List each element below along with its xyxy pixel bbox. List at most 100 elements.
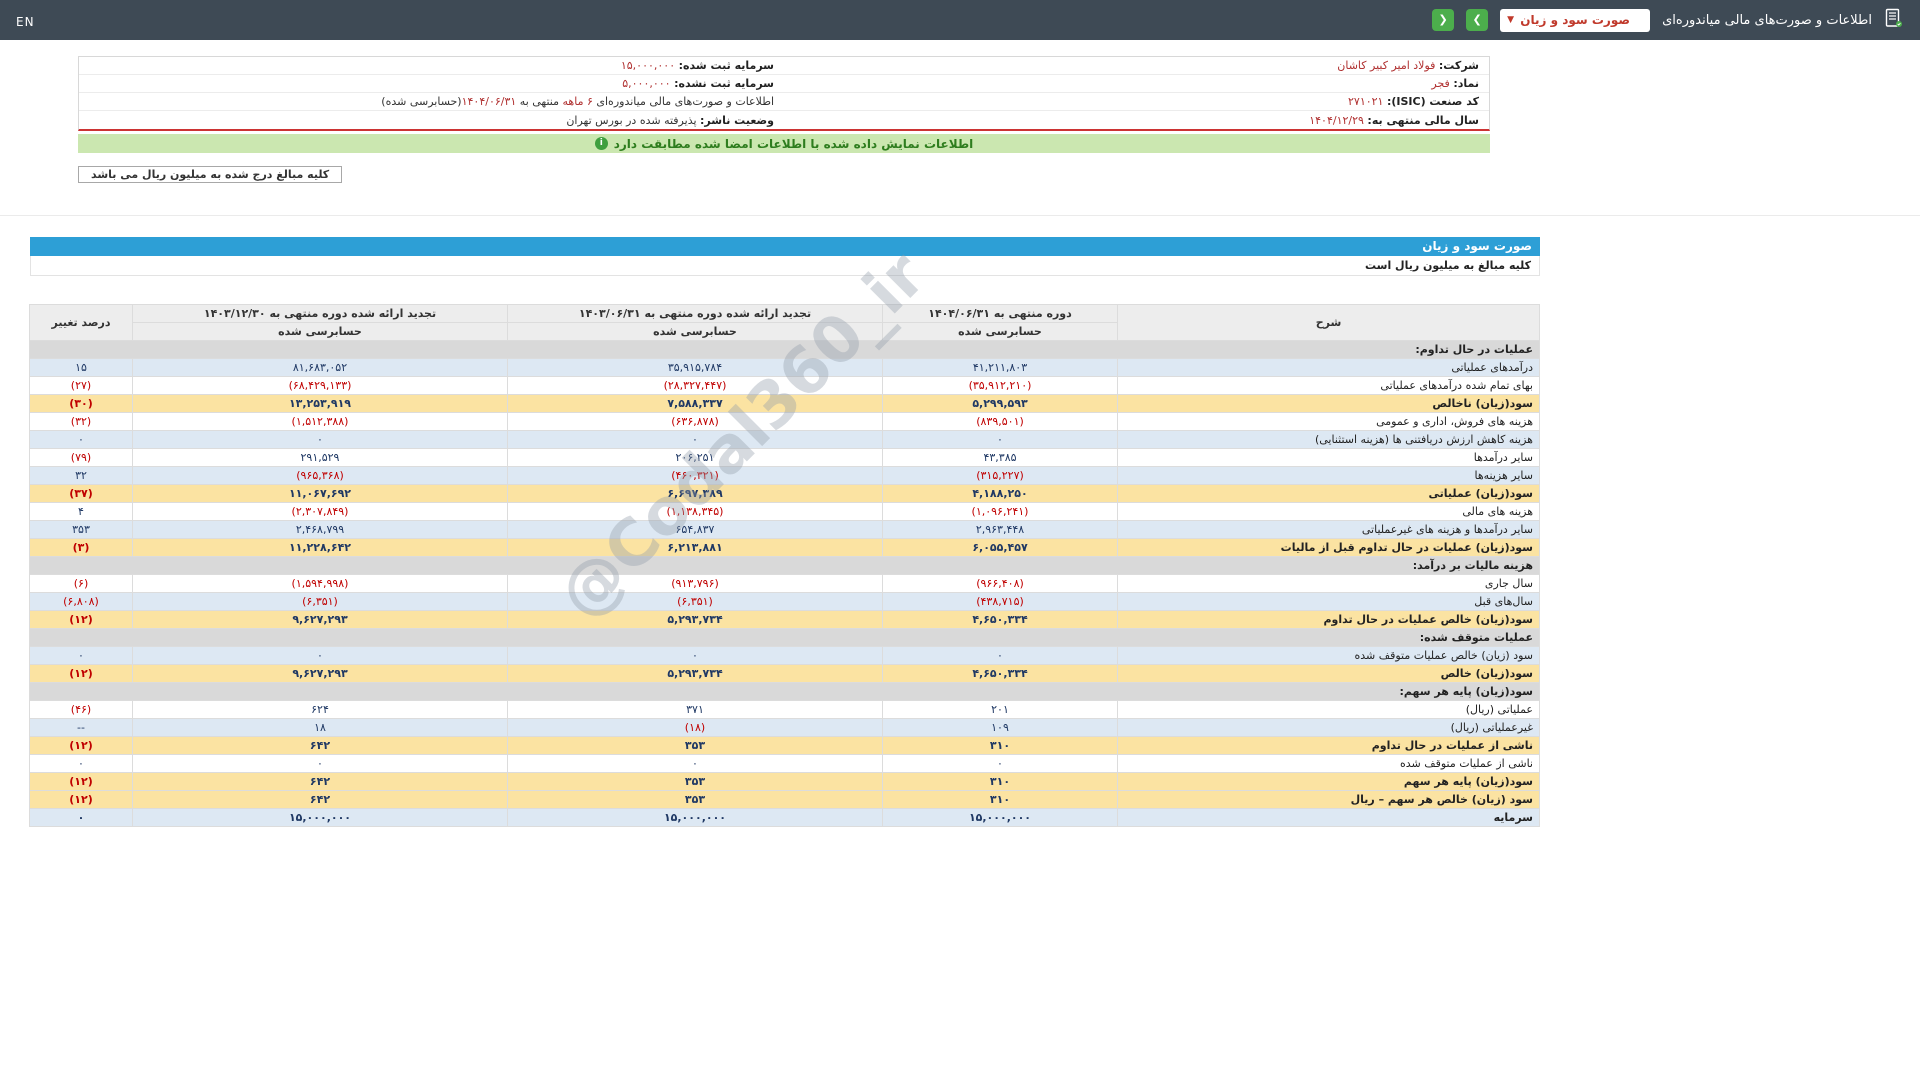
row-label: غیرعملیاتی (ریال) [1118, 719, 1540, 737]
period-value: (۱,۵۹۴,۹۹۸) [133, 575, 508, 593]
period-value: ۱۱,۲۲۸,۶۴۲ [133, 539, 508, 557]
audit-status-current: حسابرسی شده [883, 323, 1118, 341]
period-value: ۸۱,۶۸۳,۰۵۲ [133, 359, 508, 377]
row-label: بهای تمام شده درآمدهای عملیاتی [1118, 377, 1540, 395]
period-value: ۱۰۹ [883, 719, 1118, 737]
symbol-value: فجر [1431, 77, 1449, 90]
period-value: ۰ [133, 755, 508, 773]
period-value: ۲۰۶,۲۵۱ [508, 449, 883, 467]
period-value: (۱,۵۱۲,۳۸۸) [133, 413, 508, 431]
table-row: سود(زیان) پایه هر سهم۳۱۰۳۵۳۶۴۲(۱۲) [30, 773, 1540, 791]
change-value: (۷۹) [30, 449, 133, 467]
section-row: عملیات متوقف شده: [30, 629, 1540, 647]
change-value: (۴۶) [30, 701, 133, 719]
period-value: ۶,۶۹۷,۳۸۹ [508, 485, 883, 503]
period-value: (۶۸,۴۲۹,۱۳۳) [133, 377, 508, 395]
period-value: ۵,۲۹۳,۷۳۴ [508, 665, 883, 683]
signature-match-banner: اطلاعات نمایش داده شده با اطلاعات امضا ش… [78, 134, 1490, 153]
change-value: ۰ [30, 755, 133, 773]
period-value: ۲۰۱ [883, 701, 1118, 719]
period-value: ۷,۵۸۸,۳۳۷ [508, 395, 883, 413]
row-label: ناشی از عملیات متوقف شده [1118, 755, 1540, 773]
period-value: ۰ [883, 647, 1118, 665]
language-toggle[interactable]: EN [16, 15, 35, 29]
change-value: ۰ [30, 647, 133, 665]
statement-title: صورت سود و زیان [1422, 239, 1532, 253]
row-label: هزینه کاهش ارزش دریافتنی ها (هزینه استثن… [1118, 431, 1540, 449]
change-value: ۱۵ [30, 359, 133, 377]
unregistered-capital-label: سرمایه ثبت نشده: [674, 77, 774, 90]
row-label: سود(زیان) پایه هر سهم [1118, 773, 1540, 791]
change-value: (۳۷) [30, 485, 133, 503]
company-name-label: شرکت: [1439, 59, 1479, 72]
period-value: ۰ [883, 755, 1118, 773]
issuer-status-value: پذیرفته شده در بورس تهران [566, 114, 696, 127]
table-row: سود(زیان) عملیاتی۴,۱۸۸,۲۵۰۶,۶۹۷,۳۸۹۱۱,۰۶… [30, 485, 1540, 503]
period-value: ۱۵,۰۰۰,۰۰۰ [133, 809, 508, 827]
audit-status-annual: حسابرسی شده [133, 323, 508, 341]
period-value: (۹۶۶,۴۰۸) [883, 575, 1118, 593]
period-value: ۱۵,۰۰۰,۰۰۰ [508, 809, 883, 827]
isic-cell: کد صنعت (ISIC): ۲۷۱۰۲۱ [784, 94, 1489, 109]
change-value: (۱۲) [30, 773, 133, 791]
change-value: ۰ [30, 431, 133, 449]
table-header-row-periods: شرح دوره منتهی به ۱۴۰۴/۰۶/۳۱ تجدید ارائه… [30, 305, 1540, 323]
change-value: (۶) [30, 575, 133, 593]
change-value: ۳۲ [30, 467, 133, 485]
row-label: هزینه های مالی [1118, 503, 1540, 521]
row-label: سود (زیان) خالص هر سهم – ریال [1118, 791, 1540, 809]
period-value: (۳۱۵,۲۲۷) [883, 467, 1118, 485]
table-row: سود(زیان) خالص عملیات در حال تداوم۴,۶۵۰,… [30, 611, 1540, 629]
period-value: ۳۷۱ [508, 701, 883, 719]
signature-match-text: اطلاعات نمایش داده شده با اطلاعات امضا ش… [614, 137, 974, 151]
period-value: ۱۵,۰۰۰,۰۰۰ [883, 809, 1118, 827]
period-length-value: ۶ ماهه [563, 95, 593, 108]
report-period-cell: اطلاعات و صورت‌های مالی میاندوره‌ای ۶ ما… [79, 94, 784, 109]
period-value: (۹۶۵,۳۶۸) [133, 467, 508, 485]
period-value: (۱,۱۳۸,۳۴۵) [508, 503, 883, 521]
row-label: سایر درآمدها و هزینه های غیرعملیاتی [1118, 521, 1540, 539]
period-end-date: ۱۴۰۴/۰۶/۳۱ [462, 95, 517, 108]
table-row: هزینه کاهش ارزش دریافتنی ها (هزینه استثن… [30, 431, 1540, 449]
fiscal-year-cell: سال مالی منتهی به: ۱۴۰۴/۱۲/۲۹ [784, 113, 1489, 128]
table-row: سود (زیان) خالص عملیات متوقف شده۰۰۰۰ [30, 647, 1540, 665]
period-value: ۳۵,۹۱۵,۷۸۴ [508, 359, 883, 377]
table-row: سود(زیان) خالص۴,۶۵۰,۳۳۴۵,۲۹۳,۷۳۴۹,۶۲۷,۲۹… [30, 665, 1540, 683]
period-value: ۴,۶۵۰,۳۳۴ [883, 665, 1118, 683]
period-value: (۴۶۰,۳۲۱) [508, 467, 883, 485]
table-row: سایر درآمدها و هزینه های غیرعملیاتی۲,۹۶۳… [30, 521, 1540, 539]
row-label: سود(زیان) عملیاتی [1118, 485, 1540, 503]
change-value: (۱۲) [30, 611, 133, 629]
row-label: سرمایه [1118, 809, 1540, 827]
row-label: سال‌های قبل [1118, 593, 1540, 611]
income-table-body: عملیات در حال تداوم:درآمدهای عملیاتی۴۱,۲… [30, 341, 1540, 827]
statement-title-bar: صورت سود و زیان [30, 237, 1540, 256]
period-value: (۹۱۳,۷۹۶) [508, 575, 883, 593]
prev-report-button[interactable]: ❮ [1432, 9, 1454, 31]
fiscal-year-label: سال مالی منتهی به: [1367, 114, 1479, 127]
table-row: سود(زیان) ناخالص۵,۲۹۹,۵۹۳۷,۵۸۸,۳۳۷۱۳,۲۵۳… [30, 395, 1540, 413]
report-type-dropdown[interactable]: صورت سود و زیان ▼ [1500, 9, 1650, 32]
income-statement-table: شرح دوره منتهی به ۱۴۰۴/۰۶/۳۱ تجدید ارائه… [29, 304, 1540, 827]
next-report-button[interactable]: ❯ [1466, 9, 1488, 31]
info-row-2: نماد: فجر سرمایه ثبت نشده: ۵,۰۰۰,۰۰۰ [79, 75, 1489, 93]
period-value: (۶,۳۵۱) [133, 593, 508, 611]
statement-unit-note: کلیه مبالغ به میلیون ریال است [30, 256, 1540, 276]
row-label: درآمدهای عملیاتی [1118, 359, 1540, 377]
info-icon: i [595, 137, 608, 150]
change-value: (۳۰) [30, 395, 133, 413]
change-value: (۱۲) [30, 737, 133, 755]
row-label: ناشی از عملیات در حال تداوم [1118, 737, 1540, 755]
table-row: سایر هزینه‌ها(۳۱۵,۲۲۷)(۴۶۰,۳۲۱)(۹۶۵,۳۶۸)… [30, 467, 1540, 485]
row-label: سود (زیان) خالص عملیات متوقف شده [1118, 647, 1540, 665]
column-header-description: شرح [1118, 305, 1540, 341]
isic-value: ۲۷۱۰۲۱ [1348, 95, 1383, 108]
header-right-group: اطلاعات و صورت‌های مالی میاندوره‌ای صورت… [1432, 8, 1904, 32]
period-value: ۶۴۲ [133, 737, 508, 755]
period-value: ۶۵۴,۸۳۷ [508, 521, 883, 539]
period-value: ۲,۹۶۳,۴۴۸ [883, 521, 1118, 539]
symbol-label: نماد: [1453, 77, 1479, 90]
period-value: (۱,۰۹۶,۲۴۱) [883, 503, 1118, 521]
table-row: سال جاری(۹۶۶,۴۰۸)(۹۱۳,۷۹۶)(۱,۵۹۴,۹۹۸)(۶) [30, 575, 1540, 593]
period-value: (۲۸,۳۲۷,۴۴۷) [508, 377, 883, 395]
